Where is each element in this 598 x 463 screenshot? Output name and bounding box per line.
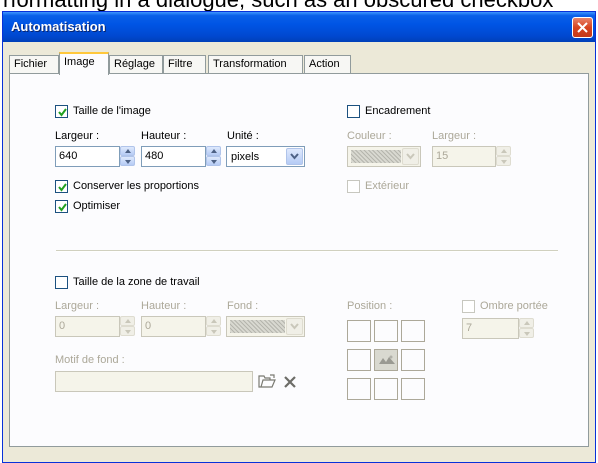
spin-down-icon[interactable] <box>206 326 221 336</box>
check-mark-icon <box>58 203 67 212</box>
tab-panel-image: Taille de l'image Largeur : 640 Hauteur … <box>9 73 589 447</box>
frame-label: Encadrement <box>365 105 431 117</box>
tab-label: Filtre <box>168 58 193 70</box>
clear-icon[interactable] <box>283 375 297 389</box>
frame-width-spinner[interactable] <box>496 146 511 167</box>
image-size-checkbox[interactable] <box>55 105 68 118</box>
image-height-spinner[interactable] <box>206 146 221 167</box>
tab-label: Image <box>64 56 95 68</box>
position-middle-right[interactable] <box>401 349 425 371</box>
position-bottom-right[interactable] <box>401 378 425 400</box>
dropdown-arrow-icon[interactable] <box>402 148 419 165</box>
open-folder-icon[interactable] <box>258 374 276 389</box>
spin-up-icon[interactable] <box>120 146 135 156</box>
image-width-value: 640 <box>59 150 78 162</box>
image-height-value: 480 <box>145 150 164 162</box>
spin-down-icon[interactable] <box>120 326 135 336</box>
window-title: Automatisation <box>11 19 106 34</box>
title-bar[interactable]: Automatisation <box>3 12 595 42</box>
spin-up-icon[interactable] <box>496 146 511 156</box>
spin-up-icon[interactable] <box>206 146 221 156</box>
tab-label: Action <box>309 58 340 70</box>
tab-label: Réglage <box>114 58 155 70</box>
frame-color-label: Couleur : <box>347 130 392 142</box>
dropdown-arrow-icon[interactable] <box>286 318 303 335</box>
workspace-width-field[interactable]: 0 <box>55 316 120 337</box>
frame-width-label: Largeur : <box>432 130 477 142</box>
position-label: Position : <box>347 300 393 312</box>
background-color-select[interactable] <box>226 316 305 337</box>
workspace-height-spinner[interactable] <box>206 316 221 337</box>
close-icon <box>577 22 588 33</box>
workspace-size-label: Taille de la zone de travail <box>73 276 200 288</box>
workspace-width-value: 0 <box>59 320 66 332</box>
spin-down-icon[interactable] <box>519 328 534 338</box>
check-mark-icon <box>58 108 67 117</box>
tab-fichier[interactable]: Fichier <box>9 55 59 74</box>
color-swatch <box>351 150 401 163</box>
keep-ratio-label: Conserver les proportions <box>73 180 199 192</box>
position-bottom-center[interactable] <box>374 378 398 400</box>
image-size-label: Taille de l'image <box>73 105 151 117</box>
frame-outside-checkbox[interactable] <box>347 180 360 193</box>
pattern-label: Motif de fond : <box>55 354 125 366</box>
workspace-height-value: 0 <box>145 320 152 332</box>
image-width-label: Largeur : <box>55 130 100 142</box>
tab-reglage[interactable]: Réglage <box>109 55 163 74</box>
position-bottom-left[interactable] <box>347 378 371 400</box>
spin-down-icon[interactable] <box>496 156 511 166</box>
position-top-center[interactable] <box>374 320 398 342</box>
workspace-size-checkbox[interactable] <box>55 276 68 289</box>
unit-select[interactable]: pixels <box>226 146 305 167</box>
dropdown-arrow-icon[interactable] <box>286 148 303 165</box>
image-height-label: Hauteur : <box>141 130 187 142</box>
workspace-height-label: Hauteur : <box>141 300 187 312</box>
optimize-label: Optimiser <box>73 200 121 212</box>
image-placeholder-icon <box>379 355 395 364</box>
check-mark-icon <box>58 183 67 192</box>
frame-width-field[interactable]: 15 <box>432 146 496 167</box>
frame-checkbox[interactable] <box>347 105 360 118</box>
spin-up-icon[interactable] <box>206 316 221 326</box>
drop-shadow-spinner[interactable] <box>519 318 534 339</box>
position-top-left[interactable] <box>347 320 371 342</box>
tab-transformation[interactable]: Transformation <box>208 55 303 74</box>
tab-label: Transformation <box>213 58 287 70</box>
tab-image[interactable]: Image <box>59 52 109 75</box>
spin-down-icon[interactable] <box>120 156 135 166</box>
automation-dialog: Automatisation Fichier Image Réglage Fil… <box>2 11 596 463</box>
background-label: Fond : <box>227 300 259 312</box>
frame-width-value: 15 <box>436 150 449 162</box>
drop-shadow-checkbox[interactable] <box>462 300 475 313</box>
optimize-checkbox[interactable] <box>55 200 68 213</box>
position-center[interactable] <box>374 349 398 371</box>
unit-value: pixels <box>231 151 260 163</box>
section-divider <box>56 250 558 252</box>
unit-label: Unité : <box>227 130 259 142</box>
spin-up-icon[interactable] <box>519 318 534 328</box>
tab-filtre[interactable]: Filtre <box>163 55 206 74</box>
image-width-field[interactable]: 640 <box>55 146 120 167</box>
frame-color-select[interactable] <box>347 146 421 167</box>
drop-shadow-value: 7 <box>466 322 473 334</box>
spin-up-icon[interactable] <box>120 316 135 326</box>
drop-shadow-field[interactable]: 7 <box>462 318 519 339</box>
keep-ratio-checkbox[interactable] <box>55 180 68 193</box>
workspace-height-field[interactable]: 0 <box>141 316 206 337</box>
tab-label: Fichier <box>14 58 48 70</box>
frame-outside-label: Extérieur <box>365 180 410 192</box>
workspace-width-spinner[interactable] <box>120 316 135 337</box>
spin-down-icon[interactable] <box>206 156 221 166</box>
position-middle-left[interactable] <box>347 349 371 371</box>
drop-shadow-label: Ombre portée <box>480 300 548 312</box>
color-swatch <box>230 320 285 333</box>
workspace-width-label: Largeur : <box>55 300 100 312</box>
tab-action[interactable]: Action <box>304 55 351 74</box>
image-width-spinner[interactable] <box>120 146 135 167</box>
position-top-right[interactable] <box>401 320 425 342</box>
pattern-field[interactable] <box>55 371 253 392</box>
image-height-field[interactable]: 480 <box>141 146 206 167</box>
close-button[interactable] <box>572 17 593 38</box>
